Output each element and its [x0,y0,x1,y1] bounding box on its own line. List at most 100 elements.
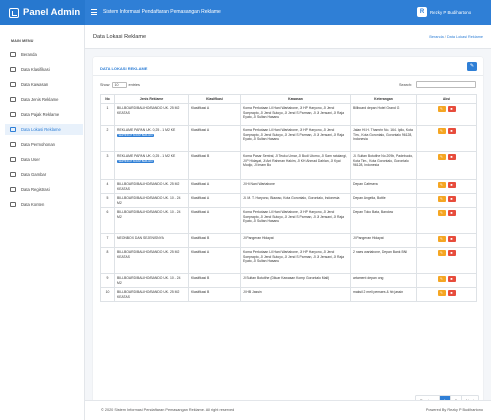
delete-button[interactable]: ■ [447,196,456,203]
sidebar-item-label: Data User [21,157,40,162]
cell-keterangan: Billboard depan Hotel Grand G [350,103,417,127]
cell-kawasan: Koma Perkotaan Lil Hani Wartabone, Jl HP… [240,247,351,275]
brand-name: Panel Admin [23,7,81,18]
cell-aksi: ✎ ■ [416,125,477,153]
cell-keterangan: Jalan HI.H. Thamrin No. 164. Ipilo, Kota… [350,125,417,153]
brand[interactable]: Panel Admin [0,0,85,25]
sidebar-item-data-jenis-reklame[interactable]: Data Jenis Reklame [5,94,83,105]
cell-keterangan: Jl. Sultan Botutihe No.209b, Padebuolo, … [350,151,417,181]
delete-button[interactable]: ■ [447,236,456,243]
cell-aksi: ✎ ■ [416,233,477,249]
sidebar-item-label: Data Konten [21,202,45,207]
delete-button[interactable]: ■ [447,106,456,113]
sidebar-item-label: Data Gambar [21,172,47,177]
breadcrumb-home[interactable]: Beranda [429,35,443,39]
menu-toggle-icon[interactable] [91,9,97,15]
cell-klasifikasi: Klasifikasi A [188,125,241,153]
pencil-icon: ✎ [439,107,443,112]
page-header: Data Lokasi Reklame Beranda / Data Lokas… [85,25,491,49]
column-header-kawasan[interactable]: Kawasan [240,93,351,105]
sidebar-item-data-pajak-reklame[interactable]: Data Pajak Reklame [5,109,83,120]
image-icon [10,172,16,177]
sidebar-item-data-gambar[interactable]: Data Gambar [5,169,83,180]
cell-kawasan: Jl Sultan Botutihe (Diluar Kawasan Komp … [240,273,351,289]
delete-button[interactable]: ■ [447,290,456,297]
cell-no: 3 [100,151,115,181]
cell-jenis-reklame: BILLBOARD/BALIHO/BANDO UK. 10 - 24 M2 [114,273,189,289]
table-header-row: No Jenis Reklame Klasifikasi Kawasan Ket… [100,93,477,105]
search-input[interactable] [416,81,476,88]
sidebar: MAIN MENU Beranda Data Klasifikasi Data … [0,25,85,420]
sidebar-heading: MAIN MENU [11,39,34,43]
row-actions: ✎ ■ [419,128,474,135]
cell-kawasan: Koma Perkotaan Lil Hani Wartabone, Jl HP… [240,103,351,127]
edit-button[interactable]: ✎ [437,154,446,161]
cell-jenis-reklame: BILLBOARD/BALIHO/BANDO UK. 10 - 24 M2 [114,207,189,235]
folder-icon [10,67,16,72]
edit-button[interactable]: ✎ [437,276,446,283]
edit-button[interactable]: ✎ [437,128,446,135]
column-header-jenis-reklame[interactable]: Jenis Reklame [114,93,189,105]
search-label: Search: [399,83,413,87]
sidebar-item-data-user[interactable]: Data User [5,154,83,165]
row-actions: ✎ ■ [419,276,474,283]
pencil-icon: ✎ [439,277,443,282]
cell-kawasan: Jl HB Jassin [240,287,351,303]
cell-no: 10 [100,287,115,303]
cell-no: 9 [100,273,115,289]
jenis-reklame-text: BILLBOARD/BALIHO/BANDO UK. 10 - 24 M2 [117,276,181,285]
sidebar-item-data-lokasi-reklame[interactable]: Data Lokasi Reklame [5,124,83,135]
edit-button[interactable]: ✎ [437,210,446,217]
column-header-no[interactable]: No [100,93,115,105]
table-row: 1 BILLBOARD/BALIHO/BANDO UK. 25 M2 KEATAS… [100,103,477,127]
cell-keterangan: Depan Cafesera [350,179,417,195]
folder-icon [10,82,16,87]
cell-jenis-reklame: NEONBOX DAN SEJENISNYA [114,233,189,249]
delete-button[interactable]: ■ [447,210,456,217]
user-menu[interactable]: R Rezky P Budihartono [417,7,471,17]
edit-button[interactable]: ✎ [437,182,446,189]
edit-button[interactable]: ✎ [437,290,446,297]
delete-button[interactable]: ■ [447,250,456,257]
breadcrumb-separator: / [444,35,446,39]
status-badge: SERTIFIKAT SUDAH BERLAKU [117,133,155,138]
delete-button[interactable]: ■ [447,276,456,283]
column-header-keterangan[interactable]: Keterangan [350,93,417,105]
delete-button[interactable]: ■ [447,182,456,189]
edit-button[interactable]: ✎ [437,196,446,203]
delete-button[interactable]: ■ [447,128,456,135]
jenis-reklame-text: REKLAME PAPAN UK. 0,25 - 1 M2 KE [117,154,176,159]
table-row: 5 BILLBOARD/BALIHO/BANDO UK. 10 - 24 M2 Kl… [100,193,477,209]
folder-icon [10,112,16,117]
edit-button[interactable]: ✎ [437,250,446,257]
sidebar-item-data-klasifikasi[interactable]: Data Klasifikasi [5,64,83,75]
pencil-icon: ✎ [439,237,443,242]
entries-select[interactable]: 10 [111,82,127,88]
trash-icon: ■ [450,291,453,296]
row-actions: ✎ ■ [419,182,474,189]
cell-klasifikasi: Klasifikasi A [188,247,241,275]
cell-no: 4 [100,179,115,195]
cell-jenis-reklame: REKLAME PAPAN UK. 0,25 - 1 M2 KE SERTIFIK… [114,125,189,153]
delete-button[interactable]: ■ [447,154,456,161]
sidebar-item-label: Data Registrasi [21,187,50,192]
edit-button[interactable]: ✎ [437,236,446,243]
table-row: 8 BILLBOARD/BALIHO/BANDO UK. 25 M2 KEATAS… [100,247,477,275]
sidebar-item-data-konten[interactable]: Data Konten [5,199,83,210]
cell-kawasan: Koma Perkotaan Lil Hani Wartabone, Jl HP… [240,207,351,235]
add-edit-button[interactable]: ✎ [467,62,477,71]
sidebar-item-data-registrasi[interactable]: Data Registrasi [5,184,83,195]
cell-klasifikasi: Klasifikasi A [188,193,241,209]
sidebar-item-data-permohonan[interactable]: Data Permohonan [5,139,83,150]
cell-aksi: ✎ ■ [416,273,477,289]
edit-button[interactable]: ✎ [437,106,446,113]
cell-keterangan: Jl Pangeran Hidayat [350,233,417,249]
cell-aksi: ✎ ■ [416,151,477,181]
trash-icon: ■ [450,277,453,282]
sidebar-item-data-kawasan[interactable]: Data Kawasan [5,79,83,90]
column-header-klasifikasi[interactable]: Klasifikasi [188,93,241,105]
sidebar-item-beranda[interactable]: Beranda [5,49,83,60]
folder-icon [10,187,16,192]
jenis-reklame-text: BILLBOARD/BALIHO/BANDO UK. 25 M2 KEATAS [117,250,180,259]
document-icon [10,142,16,147]
